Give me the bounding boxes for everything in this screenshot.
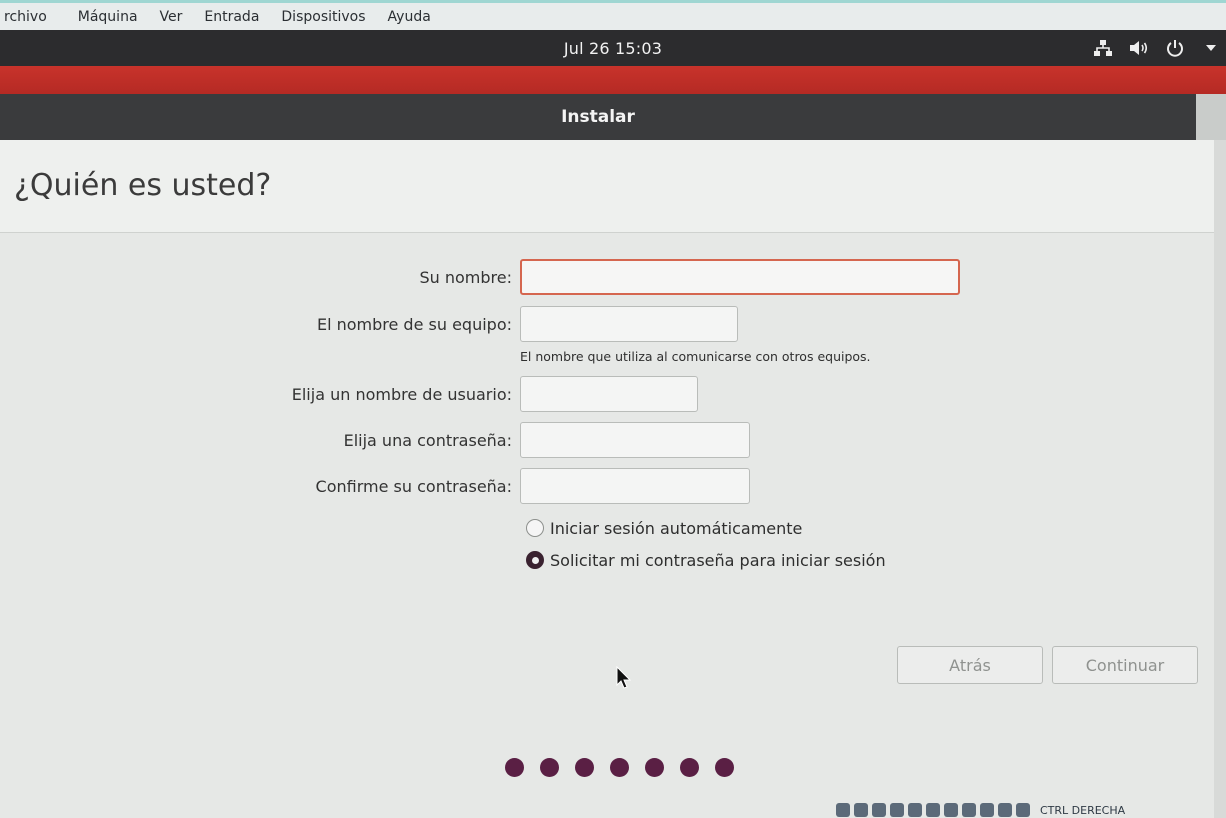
- username-row: Elija un nombre de usuario:: [0, 376, 1214, 416]
- window-edge: [1214, 140, 1226, 818]
- dropdown-arrow-icon[interactable]: [1200, 37, 1222, 59]
- confirm-password-input[interactable]: [520, 468, 750, 504]
- mouse-cursor-icon: [616, 666, 632, 689]
- computer-name-input[interactable]: [520, 306, 738, 342]
- progress-dot: [715, 758, 734, 777]
- system-topbar: Jul 26 15:03: [0, 30, 1226, 66]
- username-label: Elija un nombre de usuario:: [291, 385, 512, 404]
- shared-folder-icon[interactable]: [926, 803, 940, 817]
- progress-dot: [575, 758, 594, 777]
- optical-drive-icon[interactable]: [854, 803, 868, 817]
- menu-ayuda[interactable]: Ayuda: [377, 9, 442, 25]
- window-titlebar: Instalar: [0, 94, 1196, 140]
- progress-dot: [610, 758, 629, 777]
- page-title: ¿Quién es usted?: [14, 168, 272, 203]
- keyboard-icon[interactable]: [1016, 803, 1030, 817]
- system-tray[interactable]: [1092, 30, 1226, 66]
- network-adapter-icon[interactable]: [890, 803, 904, 817]
- auto-login-label[interactable]: Iniciar sesión automáticamente: [550, 519, 802, 538]
- progress-dot: [645, 758, 664, 777]
- window-title: Instalar: [561, 107, 635, 127]
- password-row: Elija una contraseña:: [0, 422, 1214, 462]
- recording-icon[interactable]: [962, 803, 976, 817]
- power-icon[interactable]: [1164, 37, 1186, 59]
- require-password-label[interactable]: Solicitar mi contraseña para iniciar ses…: [550, 551, 886, 570]
- computer-name-row: El nombre de su equipo:: [0, 306, 1214, 346]
- confirm-password-row: Confirme su contraseña:: [0, 468, 1214, 508]
- audio-icon[interactable]: [872, 803, 886, 817]
- network-icon[interactable]: [1092, 37, 1114, 59]
- accent-strip: [0, 66, 1226, 94]
- menu-maquina[interactable]: Máquina: [67, 9, 149, 25]
- require-password-option[interactable]: Solicitar mi contraseña para iniciar ses…: [526, 548, 886, 572]
- confirm-password-label: Confirme su contraseña:: [315, 477, 512, 496]
- progress-dot: [680, 758, 699, 777]
- name-row: Su nombre:: [0, 259, 1214, 299]
- installer-window: ¿Quién es usted? Su nombre: El nombre de…: [0, 140, 1214, 818]
- menu-dispositivos[interactable]: Dispositivos: [270, 9, 376, 25]
- mouse-integration-icon[interactable]: [998, 803, 1012, 817]
- password-label: Elija una contraseña:: [343, 431, 512, 450]
- menu-entrada[interactable]: Entrada: [193, 9, 270, 25]
- computer-name-hint: El nombre que utiliza al comunicarse con…: [520, 349, 871, 364]
- host-key-label: CTRL DERECHA: [1040, 803, 1126, 817]
- name-label: Su nombre:: [419, 268, 512, 287]
- volume-icon[interactable]: [1128, 37, 1150, 59]
- usb-icon[interactable]: [908, 803, 922, 817]
- require-password-radio[interactable]: [526, 551, 544, 569]
- disk-icon[interactable]: [836, 803, 850, 817]
- menu-archivo[interactable]: rchivo: [0, 9, 67, 25]
- progress-dot: [505, 758, 524, 777]
- computer-name-label: El nombre de su equipo:: [316, 315, 512, 334]
- display-icon[interactable]: [944, 803, 958, 817]
- back-button[interactable]: Atrás: [897, 646, 1043, 684]
- progress-dot: [540, 758, 559, 777]
- password-input[interactable]: [520, 422, 750, 458]
- vbox-statusbar: CTRL DERECHA: [836, 802, 1125, 818]
- auto-login-option[interactable]: Iniciar sesión automáticamente: [526, 516, 802, 540]
- name-input[interactable]: [520, 259, 960, 295]
- username-input[interactable]: [520, 376, 698, 412]
- cpu-icon[interactable]: [980, 803, 994, 817]
- host-menubar: rchivo Máquina Ver Entrada Dispositivos …: [0, 0, 1226, 30]
- continue-button[interactable]: Continuar: [1052, 646, 1198, 684]
- clock[interactable]: Jul 26 15:03: [564, 39, 662, 58]
- page-header: ¿Quién es usted?: [0, 140, 1214, 233]
- menu-ver[interactable]: Ver: [149, 9, 194, 25]
- progress-dots: [505, 758, 734, 777]
- auto-login-radio[interactable]: [526, 519, 544, 537]
